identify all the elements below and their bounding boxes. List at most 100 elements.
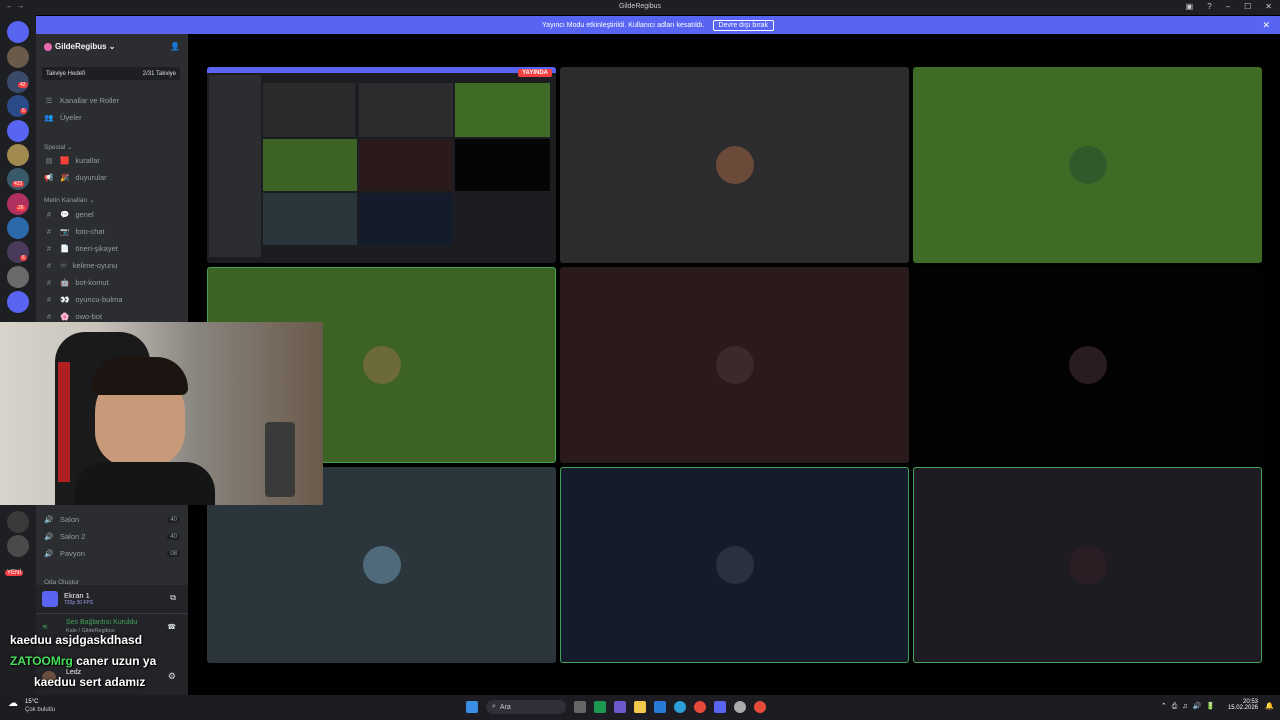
- disable-streamer-mode-button[interactable]: Devre dışı bırak: [712, 19, 774, 31]
- server-icon[interactable]: [7, 535, 29, 557]
- edge-icon[interactable]: [674, 701, 686, 713]
- stream-preview-tile: [455, 193, 550, 245]
- voice-channel-salon-2[interactable]: 🔊 Salon 2 40: [44, 532, 180, 541]
- start-icon[interactable]: [466, 701, 478, 713]
- channel-owo-bot[interactable]: # 🌸 owo-bot: [44, 312, 102, 321]
- voice-channel-salon[interactable]: 🔊 Salon 40: [44, 515, 180, 524]
- streamer-mode-banner: Yayıncı Modu etkinleştirildi. Kullanıcı …: [36, 16, 1280, 34]
- server-icon[interactable]: [7, 95, 29, 117]
- category-label: Metin Kanalları: [44, 197, 88, 204]
- stream-preview-tile: [359, 193, 453, 245]
- chat-text: caner uzun ya: [76, 654, 157, 668]
- store-icon[interactable]: [654, 701, 666, 713]
- close-banner-icon[interactable]: ✕: [1262, 20, 1270, 31]
- folder-icon[interactable]: [7, 120, 29, 142]
- webcam-overlay: [0, 322, 323, 505]
- category-label: Special: [44, 144, 66, 151]
- server-icon[interactable]: [7, 46, 29, 68]
- participant-tile[interactable]: [913, 467, 1262, 663]
- server-icon[interactable]: [7, 144, 29, 166]
- boost-goal[interactable]: Takviye Hedefi 2/31 Takviye: [42, 67, 180, 80]
- app-icon[interactable]: [734, 701, 746, 713]
- avatar: [715, 146, 754, 184]
- channel-label: öneri-şikayet: [75, 244, 118, 253]
- system-tray-icons[interactable]: ⌃⎙♫🔊🔋: [1161, 702, 1220, 711]
- server-icon[interactable]: [7, 511, 29, 533]
- channel-oneri-sikayet[interactable]: # 📄 öneri-şikayet: [44, 244, 118, 253]
- category-text[interactable]: Metin Kanalları ⌄: [44, 196, 95, 204]
- app-icon[interactable]: [594, 701, 606, 713]
- search-placeholder: Ara: [499, 703, 511, 711]
- channel-emoji: 🌸: [60, 312, 70, 321]
- weather-icon[interactable]: ☁: [8, 698, 18, 709]
- speaker-icon: 🔊: [44, 549, 54, 558]
- participant-tile[interactable]: [560, 67, 909, 263]
- background-object: [265, 422, 295, 497]
- help-icon[interactable]: ?: [1207, 2, 1211, 11]
- notification-icon[interactable]: 🔔: [1265, 702, 1274, 710]
- channel-emoji: ♾: [60, 261, 67, 270]
- members-icon: 👥: [44, 113, 54, 122]
- discord-icon[interactable]: [714, 701, 726, 713]
- server-name[interactable]: GildeRegibus ⌄: [44, 42, 116, 51]
- participant-tile[interactable]: [913, 267, 1262, 463]
- server-icon[interactable]: [7, 217, 29, 239]
- avatar: [1068, 546, 1107, 584]
- discord-home-icon[interactable]: [7, 21, 29, 43]
- channel-genel[interactable]: # 💬 genel: [44, 210, 94, 219]
- channel-kelime-oyunu[interactable]: # ♾ kelime-oyunu: [44, 261, 117, 270]
- participant-tile[interactable]: [560, 267, 909, 463]
- boost-count: 2/31 Takviye: [142, 70, 176, 77]
- task-view-icon[interactable]: [574, 701, 586, 713]
- voice-status[interactable]: Ses Bağlantısı Kuruldu: [66, 619, 137, 626]
- search-icon: ⌕: [492, 703, 496, 710]
- participant-tile[interactable]: [913, 67, 1262, 263]
- hash-icon: #: [46, 227, 52, 236]
- participant-tile[interactable]: [560, 467, 909, 663]
- channel-label: genel: [75, 210, 94, 219]
- channel-oyuncu-bulma[interactable]: # 👀 oyuncu-bulma: [44, 295, 123, 304]
- chat-message: ZATOOMrg caner uzun ya: [10, 651, 156, 672]
- channels-roles-item[interactable]: ☰ Kanallar ve Roller: [44, 96, 120, 105]
- channel-label: Salon: [60, 515, 80, 524]
- stream-preview-tile: [455, 83, 550, 137]
- server-icon[interactable]: [7, 266, 29, 288]
- chrome-icon[interactable]: [694, 701, 706, 713]
- members-item[interactable]: 👥 Üyeler: [44, 113, 81, 122]
- hash-icon: #: [46, 261, 52, 270]
- channel-bot-komut[interactable]: # 🤖 bot-komut: [44, 278, 109, 287]
- hash-icon: #: [46, 278, 52, 287]
- close-icon[interactable]: ✕: [1265, 2, 1272, 11]
- channel-foto-chat[interactable]: # 📷 foto-chat: [44, 227, 105, 236]
- avatar: [1068, 346, 1107, 384]
- voice-channel-pavyon[interactable]: 🔊 Pavyon 08: [44, 549, 180, 558]
- stream-tile[interactable]: YAYINDA: [207, 67, 556, 263]
- inbox-icon[interactable]: ▣: [1186, 2, 1194, 11]
- channel-label: duyurular: [75, 173, 107, 182]
- channel-label: kelime-oyunu: [72, 261, 118, 270]
- channel-emoji: 💬: [60, 210, 70, 219]
- boost-label: Takviye Hedefi: [46, 70, 86, 77]
- disconnect-icon[interactable]: ☎: [167, 623, 176, 631]
- minimize-icon[interactable]: –: [1226, 2, 1230, 11]
- chat-message: kaeduu sert adamız: [34, 672, 156, 693]
- maximize-icon[interactable]: ☐: [1244, 2, 1251, 11]
- stop-stream-icon[interactable]: ⧉: [170, 593, 176, 603]
- banner-text: Yayıncı Modu etkinleştirildi. Kullanıcı …: [542, 21, 705, 29]
- live-badge: YAYINDA: [518, 69, 552, 77]
- gear-icon[interactable]: ⚙: [168, 671, 176, 682]
- app-icon[interactable]: [614, 701, 626, 713]
- category-special[interactable]: Special ⌄: [44, 143, 73, 151]
- screen-name: Ekran 1: [64, 591, 90, 600]
- file-explorer-icon[interactable]: [634, 701, 646, 713]
- avatar: [362, 546, 401, 584]
- windows-taskbar: ☁ 15°C Çok bulutlu ⌕ Ara ⌃⎙♫🔊🔋 20:53 15.0…: [0, 695, 1280, 720]
- channel-duyurular[interactable]: 📢 🎉 duyurular: [44, 173, 107, 182]
- folder-icon[interactable]: [7, 291, 29, 313]
- search-input[interactable]: ⌕ Ara: [486, 700, 566, 714]
- invite-icon[interactable]: 👤: [170, 42, 180, 51]
- channel-kurallar[interactable]: ▤ 🟥 kurallar: [44, 156, 99, 165]
- chrome-icon[interactable]: [754, 701, 766, 713]
- server-icon[interactable]: [7, 193, 29, 215]
- clock[interactable]: 20:53 15.02.2026: [1228, 699, 1258, 711]
